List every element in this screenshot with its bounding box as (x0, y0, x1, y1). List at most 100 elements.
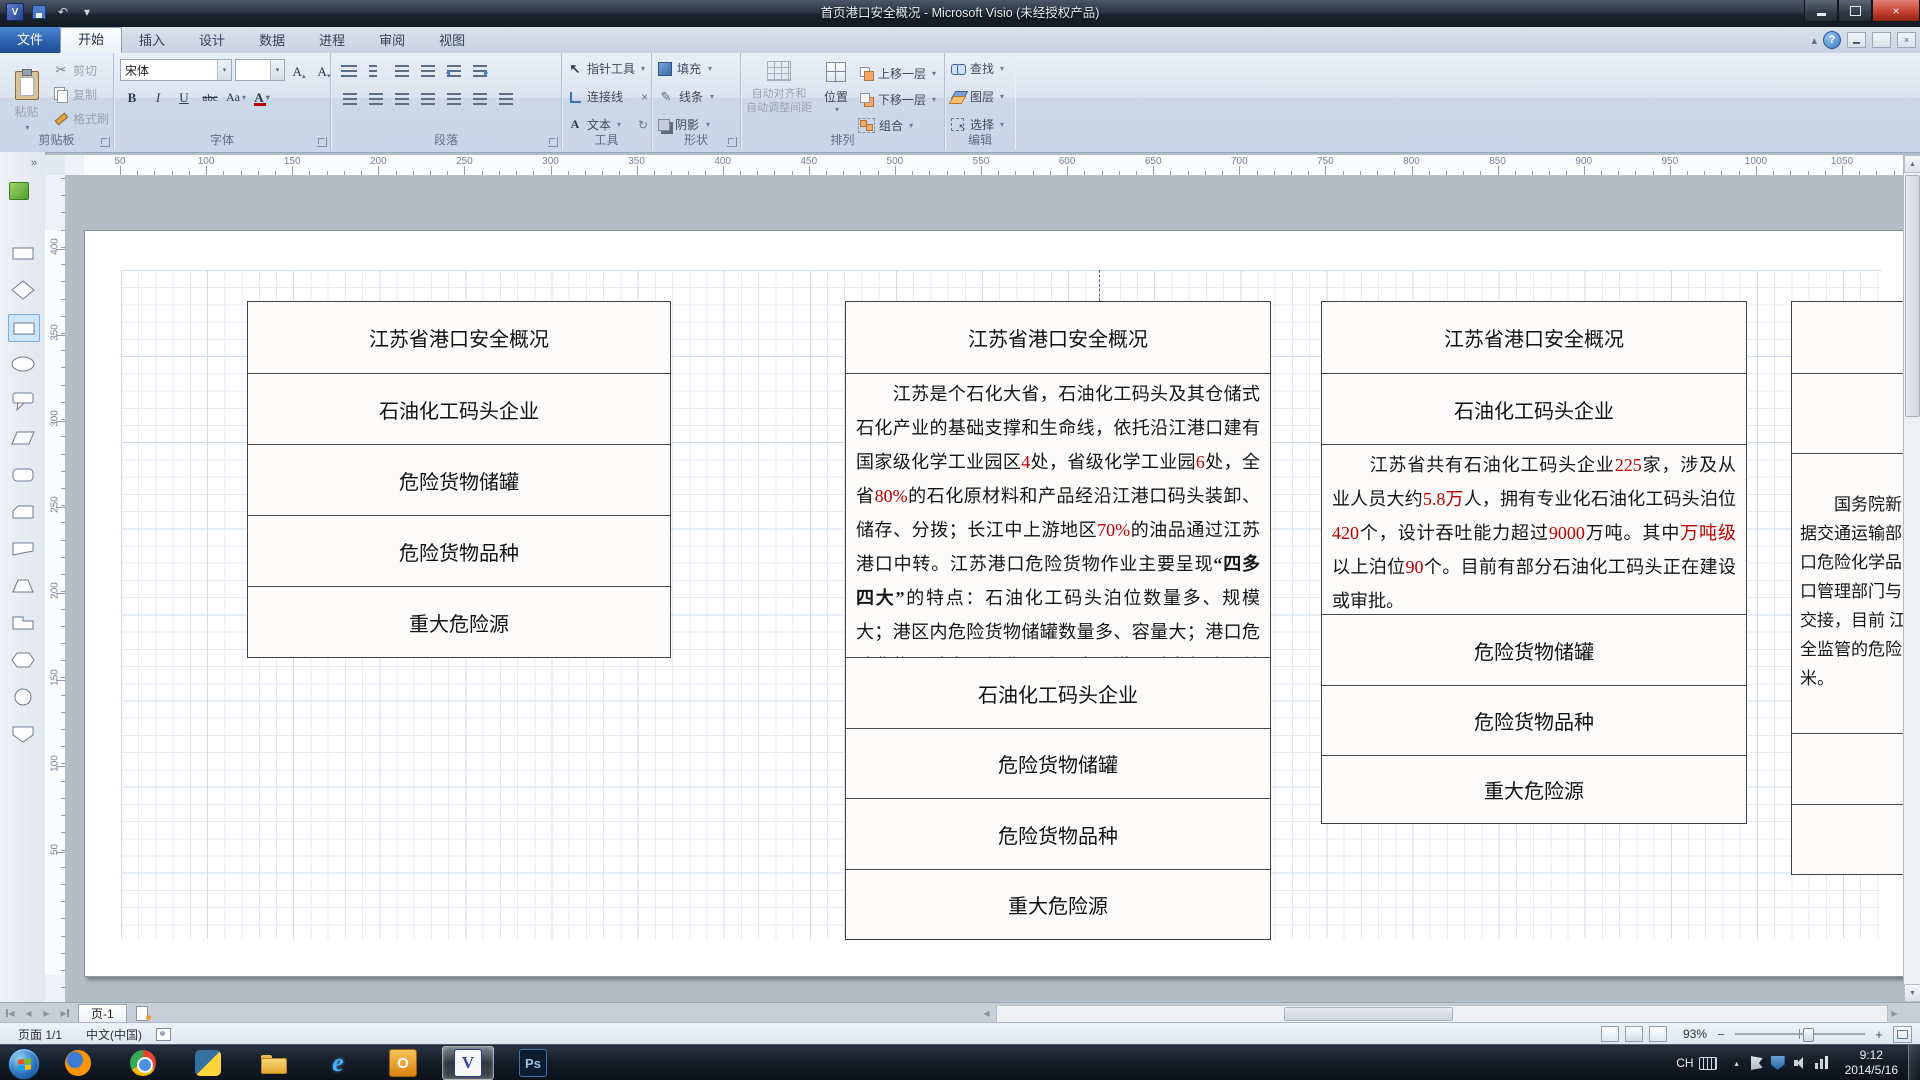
network-icon[interactable] (1815, 1056, 1829, 1070)
stencil-shape-diamond[interactable] (8, 277, 38, 303)
taskbar-app-outlook[interactable]: O (377, 1046, 429, 1080)
stencil-shape-rectangle[interactable] (8, 240, 38, 266)
connection-point-tool-button[interactable]: × (641, 90, 648, 104)
stencil-shape-slant-rectangle[interactable] (8, 536, 38, 562)
align-middle-icon[interactable] (469, 89, 491, 109)
page-indicator[interactable]: 页面 1/1 (12, 1026, 68, 1043)
shape-cell[interactable]: 危险货物品种 (846, 798, 1270, 869)
strikethrough-button[interactable]: abc (198, 86, 222, 109)
ribbon-tab-design[interactable]: 设计 (182, 28, 242, 53)
cut-button[interactable]: ✂剪切 (51, 58, 111, 82)
keyboard-icon[interactable] (1699, 1057, 1717, 1070)
underline-button[interactable]: U (172, 86, 196, 109)
line-spacing-icon[interactable] (417, 61, 439, 81)
help-button[interactable]: ? (1823, 31, 1841, 49)
stencil-shape-callout[interactable] (8, 388, 38, 414)
hscroll-right-button[interactable]: ▶ (1886, 1005, 1903, 1021)
maximize-button[interactable] (1838, 0, 1872, 22)
text-direction-left-icon[interactable] (443, 61, 465, 81)
ribbon-tab-review[interactable]: 审阅 (362, 28, 422, 53)
paragraph-dialog-launcher[interactable] (548, 137, 558, 147)
taskbar-app-ie[interactable]: e (312, 1046, 364, 1080)
stencil-shape-tab[interactable] (8, 610, 38, 636)
ribbon-tab-insert[interactable]: 插入 (122, 28, 182, 53)
shape-cell[interactable] (1792, 373, 1904, 453)
bold-button[interactable]: B (120, 86, 144, 109)
decrease-indent-icon[interactable] (365, 61, 387, 81)
align-top-icon[interactable] (443, 89, 465, 109)
taskbar-app-python[interactable] (182, 1046, 234, 1080)
previous-page-button[interactable]: ◀ (20, 1005, 37, 1021)
horizontal-scroll-thumb[interactable] (1284, 1007, 1453, 1021)
next-page-button[interactable]: ▶ (38, 1005, 55, 1021)
stencil-shape-parallelogram[interactable] (8, 425, 38, 451)
justify-icon[interactable] (417, 89, 439, 109)
rotate-tool-button[interactable]: ↻ (638, 118, 648, 132)
vertical-scroll-thumb[interactable] (1905, 175, 1920, 417)
stencil-shape-rounded-rectangle[interactable] (8, 462, 38, 488)
shape-cell[interactable]: 危险货物品种 (1322, 685, 1746, 755)
fill-button[interactable]: 填充▾ (658, 60, 712, 77)
shape-cell[interactable]: 危险货物储罐 (846, 728, 1270, 798)
shape-cell[interactable]: 危险货物品种 (248, 515, 670, 586)
bring-forward-button[interactable]: 上移一层▾ (858, 60, 936, 86)
doc-restore-button[interactable] (1872, 32, 1891, 48)
zoom-slider[interactable] (1735, 1026, 1865, 1042)
clock[interactable]: 9:12 2014/5/16 (1833, 1048, 1908, 1078)
shape-cell[interactable] (1792, 804, 1904, 874)
hidden-icons-button[interactable]: ▴ (1727, 1059, 1747, 1068)
shape-cell[interactable]: 重大危险源 (1322, 755, 1746, 823)
vertical-ruler[interactable]: 40035030025020015010050 (45, 175, 66, 1002)
bullet-list-icon[interactable] (339, 61, 361, 81)
stencil-shape-rectangle-selected[interactable] (8, 314, 40, 342)
scroll-up-button[interactable]: ▲ (1904, 155, 1920, 173)
action-center-icon[interactable] (1751, 1056, 1763, 1070)
line-button[interactable]: ✎线条▾ (658, 88, 714, 105)
stencil-icon[interactable] (9, 182, 29, 200)
start-button[interactable] (8, 1048, 40, 1080)
shape-cell[interactable] (1792, 733, 1904, 804)
clipboard-dialog-launcher[interactable] (100, 137, 110, 147)
first-page-button[interactable]: ◀ (2, 1005, 19, 1021)
ribbon-tab-home[interactable]: 开始 (60, 27, 122, 53)
text-block[interactable]: 江苏省共有石油化工码头企业225家，涉及从业人员大约5.8万人，拥有专业化石油化… (1322, 444, 1746, 614)
ribbon-tab-process[interactable]: 进程 (302, 28, 362, 53)
send-backward-button[interactable]: 下移一层▾ (858, 86, 936, 112)
text-block[interactable]: 江苏是个石化大省，石油化工码头及其仓储式石化产业的基础支撑和生命线，依托沿江港口… (846, 373, 1270, 657)
horizontal-ruler[interactable]: 5010015020025030035040045050055060065070… (65, 155, 1904, 176)
shape-cell[interactable] (1792, 302, 1904, 373)
align-bottom-icon[interactable] (495, 89, 517, 109)
doc-minimize-button[interactable] (1847, 32, 1866, 48)
macro-record-button[interactable] (156, 1028, 171, 1041)
horizontal-scrollbar[interactable] (996, 1005, 1888, 1023)
fit-page-to-window-button[interactable] (1893, 1026, 1912, 1043)
shape-cell[interactable]: 江苏省港口安全概况 (248, 302, 670, 373)
copy-button[interactable]: 复制 (51, 82, 111, 106)
ribbon-tab-view[interactable]: 视图 (422, 28, 482, 53)
hscroll-left-button[interactable]: ◀ (978, 1005, 995, 1021)
minimize-button[interactable] (1804, 0, 1838, 22)
font-color-button[interactable]: A▾ (250, 86, 274, 109)
insert-page-button[interactable] (132, 1005, 152, 1021)
volume-icon[interactable] (1793, 1056, 1807, 1070)
shape-cell[interactable]: 重大危险源 (248, 586, 670, 657)
view-normal-button[interactable] (1601, 1026, 1619, 1042)
stencil-shape-shield[interactable] (8, 721, 38, 747)
font-size-dropdown-arrow[interactable]: ▾ (270, 60, 284, 80)
stencil-shape-ellipse[interactable] (8, 351, 38, 377)
increase-indent-icon[interactable] (391, 61, 413, 81)
zoom-in-button[interactable]: + (1871, 1026, 1887, 1042)
minimize-ribbon-button[interactable]: ▴ (1811, 34, 1817, 47)
italic-button[interactable]: I (146, 86, 170, 109)
page-tab[interactable]: 页-1 (78, 1004, 127, 1022)
drawing-page[interactable]: 江苏省港口安全概况石油化工码头企业危险货物储罐危险货物品种重大危险源江苏省港口安… (84, 230, 1904, 977)
view-pan-zoom-button[interactable] (1625, 1026, 1643, 1042)
scroll-down-button[interactable]: ▼ (1904, 984, 1920, 1002)
taskbar-app-chrome[interactable] (117, 1046, 169, 1080)
taskbar-app-visio[interactable]: V (442, 1046, 494, 1080)
taskbar-app-folder[interactable] (247, 1046, 299, 1080)
find-button[interactable]: 查找▾ (950, 60, 1004, 77)
grow-font-button[interactable]: A▴ (288, 60, 310, 80)
stencil-shape-circle[interactable] (8, 684, 38, 710)
stencil-shape-hexagon[interactable] (8, 647, 38, 673)
